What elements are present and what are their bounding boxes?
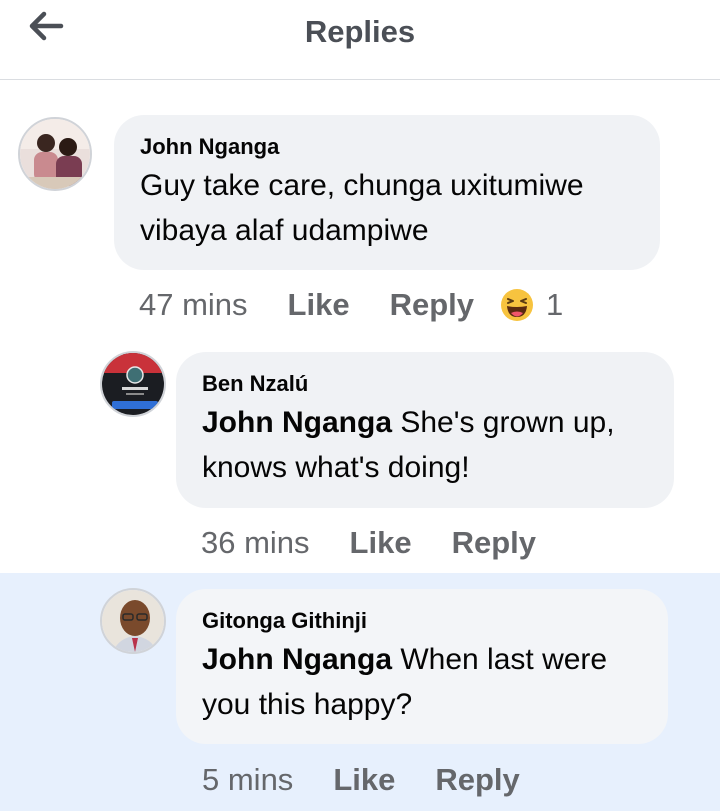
comment-bubble: Ben Nzalú John Nganga She's grown up, kn…: [176, 352, 674, 508]
reply-button[interactable]: Reply: [452, 525, 536, 561]
comment-actions: 47 mins Like Reply 1: [139, 285, 563, 325]
comment-timestamp: 47 mins: [139, 287, 248, 322]
comment-text: Guy take care, chunga uxitumiwe vibaya a…: [140, 169, 584, 247]
reply-button[interactable]: Reply: [390, 287, 474, 323]
haha-emoji-icon: [501, 289, 533, 321]
reaction-count: 1: [546, 287, 564, 322]
page-title: Replies: [304, 14, 416, 49]
comment-timestamp: 5 mins: [202, 762, 294, 797]
comment-author[interactable]: Gitonga Githinji: [202, 607, 642, 635]
comment-bubble: John Nganga Guy take care, chunga uxitum…: [114, 115, 660, 270]
comment-actions: 36 mins Like Reply: [201, 523, 576, 563]
comment-text: John Nganga When last were you this happ…: [202, 637, 642, 727]
comment-text: John Nganga She's grown up, knows what's…: [202, 400, 648, 490]
comment-actions: 5 mins Like Reply: [202, 760, 560, 800]
comment-author[interactable]: John Nganga: [140, 133, 634, 161]
avatar[interactable]: [18, 117, 92, 191]
comment-item-highlighted: Gitonga Githinji John Nganga When last w…: [0, 573, 720, 811]
comment-item: Ben Nzalú John Nganga She's grown up, kn…: [0, 340, 720, 573]
comment-author[interactable]: Ben Nzalú: [202, 370, 648, 398]
comment-item: John Nganga Guy take care, chunga uxitum…: [0, 80, 720, 340]
comment-timestamp: 36 mins: [201, 525, 310, 560]
comment-bubble: Gitonga Githinji John Nganga When last w…: [176, 589, 668, 744]
replies-page: Replies John Nganga Guy take care, chung…: [0, 0, 720, 811]
avatar[interactable]: [100, 588, 166, 654]
reaction-summary[interactable]: 1: [500, 287, 563, 323]
like-button[interactable]: Like: [333, 762, 395, 798]
mention-link[interactable]: John Nganga: [202, 406, 392, 439]
avatar[interactable]: [100, 351, 166, 417]
like-button[interactable]: Like: [350, 525, 412, 561]
header-bar: Replies: [0, 0, 720, 80]
like-button[interactable]: Like: [288, 287, 350, 323]
mention-link[interactable]: John Nganga: [202, 643, 392, 676]
reply-button[interactable]: Reply: [435, 762, 519, 798]
